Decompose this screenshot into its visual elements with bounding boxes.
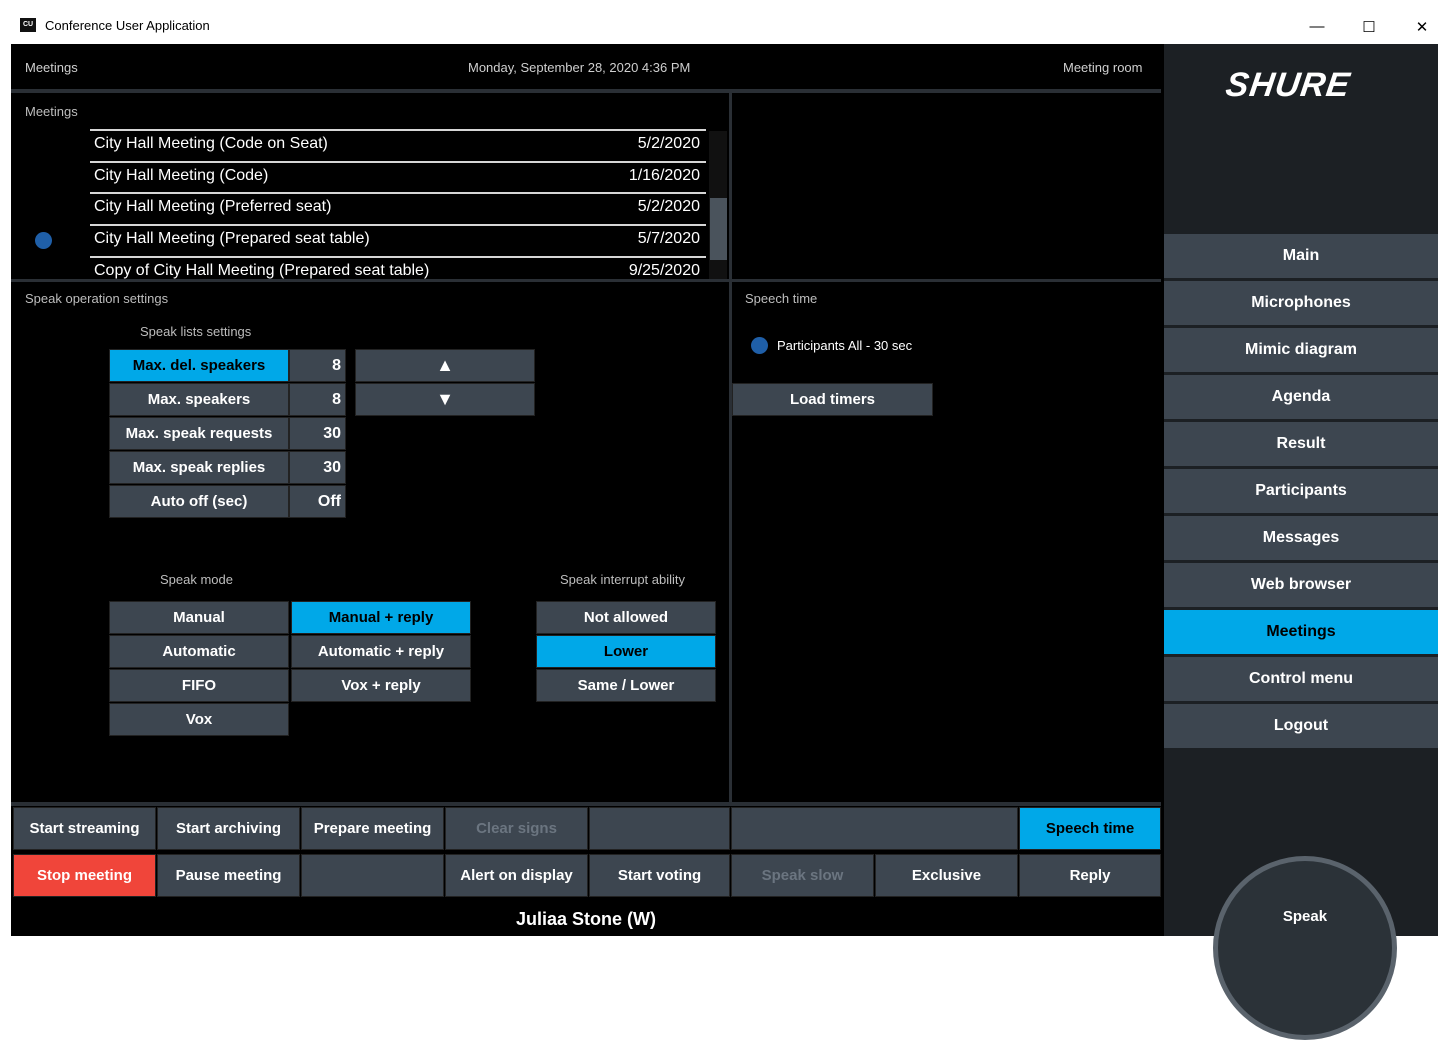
speak-button[interactable]: [1213, 856, 1397, 1040]
shure-logo: SHURE: [1223, 66, 1353, 104]
max-speakers-button[interactable]: Max. speakers: [109, 383, 289, 416]
meeting-name: City Hall Meeting (Code): [94, 167, 269, 184]
reply-button[interactable]: Reply: [1019, 854, 1161, 897]
app-icon: CU: [20, 18, 36, 32]
nav-result[interactable]: Result: [1164, 422, 1438, 466]
nav-control-menu[interactable]: Control menu: [1164, 657, 1438, 701]
down-arrow-icon: ▼: [436, 389, 454, 409]
speak-lists-title: Speak lists settings: [140, 324, 252, 339]
start-voting-button[interactable]: Start voting: [589, 854, 730, 897]
header-meeting-room: Meeting room: [1063, 60, 1143, 75]
meetings-section-title: Meetings: [25, 104, 78, 119]
nav-main[interactable]: Main: [1164, 234, 1438, 278]
stop-meeting-button[interactable]: Stop meeting: [13, 854, 156, 897]
max-speakers-value: 8: [289, 383, 346, 416]
empty-slot-button: [589, 807, 730, 850]
bottom-divider: [11, 802, 1161, 806]
max-speak-replies-button[interactable]: Max. speak replies: [109, 451, 289, 484]
minimize-button[interactable]: —: [1294, 9, 1340, 44]
interrupt-not-allowed-button[interactable]: Not allowed: [536, 601, 716, 634]
max-del-speakers-button[interactable]: Max. del. speakers: [109, 349, 289, 382]
mode-manual-reply-button[interactable]: Manual + reply: [291, 601, 471, 634]
nav-messages[interactable]: Messages: [1164, 516, 1438, 560]
nav-web-browser[interactable]: Web browser: [1164, 563, 1438, 607]
load-timers-button[interactable]: Load timers: [732, 383, 933, 416]
vertical-divider: [729, 282, 732, 804]
up-arrow-icon: ▲: [436, 355, 454, 375]
speak-interrupt-title: Speak interrupt ability: [560, 572, 686, 587]
speak-mode-title: Speak mode: [160, 572, 233, 587]
prepare-meeting-button[interactable]: Prepare meeting: [301, 807, 444, 850]
meeting-date: 9/25/2020: [628, 262, 700, 279]
speak-operation-title: Speak operation settings: [25, 291, 169, 306]
meeting-row[interactable]: City Hall Meeting (Code on Seat) 5/2/202…: [90, 129, 706, 157]
speech-timer-item[interactable]: Participants All - 30 sec: [777, 338, 912, 353]
header-divider: [11, 89, 1161, 93]
header-datetime: Monday, September 28, 2020 4:36 PM: [468, 60, 691, 75]
horizontal-divider: [11, 279, 1161, 282]
speech-time-title: Speech time: [745, 291, 818, 306]
title-bar: CU Conference User Application — ☐ ✕: [11, 9, 1438, 44]
nav-microphones[interactable]: Microphones: [1164, 281, 1438, 325]
increase-button[interactable]: ▲: [355, 349, 535, 382]
mode-automatic-button[interactable]: Automatic: [109, 635, 289, 668]
speech-time-button[interactable]: Speech time: [1019, 807, 1161, 850]
window-title: Conference User Application: [45, 18, 210, 33]
scrollbar-thumb[interactable]: [710, 198, 727, 260]
meeting-name: Copy of City Hall Meeting (Prepared seat…: [94, 262, 430, 279]
interrupt-lower-button[interactable]: Lower: [536, 635, 716, 668]
nav-mimic-diagram[interactable]: Mimic diagram: [1164, 328, 1438, 372]
nav-logout[interactable]: Logout: [1164, 704, 1438, 748]
exclusive-button[interactable]: Exclusive: [875, 854, 1018, 897]
start-archiving-button[interactable]: Start archiving: [157, 807, 300, 850]
meeting-row[interactable]: City Hall Meeting (Prepared seat table) …: [90, 224, 706, 252]
clear-signs-button[interactable]: Clear signs: [445, 807, 588, 850]
pause-meeting-button[interactable]: Pause meeting: [157, 854, 300, 897]
meeting-date: 5/2/2020: [637, 135, 700, 152]
interrupt-same-lower-button[interactable]: Same / Lower: [536, 669, 716, 702]
speak-slow-button[interactable]: Speak slow: [731, 854, 874, 897]
meeting-row[interactable]: City Hall Meeting (Code) 1/16/2020: [90, 161, 706, 189]
current-user-status: Juliaa Stone (W): [515, 908, 656, 929]
nav-participants[interactable]: Participants: [1164, 469, 1438, 513]
max-speak-requests-button[interactable]: Max. speak requests: [109, 417, 289, 450]
meeting-date: 1/16/2020: [628, 167, 700, 184]
meeting-date: 5/7/2020: [637, 230, 700, 247]
mode-vox-reply-button[interactable]: Vox + reply: [291, 669, 471, 702]
max-speak-replies-value: 30: [289, 451, 346, 484]
auto-off-button[interactable]: Auto off (sec): [109, 485, 289, 518]
alert-on-display-button[interactable]: Alert on display: [445, 854, 588, 897]
timer-indicator: [751, 337, 768, 354]
empty-slot-button: [301, 854, 444, 897]
close-button[interactable]: ✕: [1399, 9, 1438, 44]
auto-off-value: Off: [289, 485, 346, 518]
start-streaming-button[interactable]: Start streaming: [13, 807, 156, 850]
decrease-button[interactable]: ▼: [355, 383, 535, 416]
meeting-row[interactable]: Copy of City Hall Meeting (Prepared seat…: [90, 256, 706, 279]
nav-meetings[interactable]: Meetings: [1164, 610, 1438, 654]
selected-meeting-indicator: [35, 232, 52, 249]
nav-agenda[interactable]: Agenda: [1164, 375, 1438, 419]
meeting-row[interactable]: City Hall Meeting (Preferred seat) 5/2/2…: [90, 192, 706, 220]
mode-fifo-button[interactable]: FIFO: [109, 669, 289, 702]
meeting-date: 5/2/2020: [637, 198, 700, 215]
maximize-button[interactable]: ☐: [1346, 9, 1392, 44]
mode-vox-button[interactable]: Vox: [109, 703, 289, 736]
speak-button-label: Speak: [1282, 908, 1328, 925]
max-del-speakers-value: 8: [289, 349, 346, 382]
vertical-divider: [729, 93, 732, 281]
mode-manual-button[interactable]: Manual: [109, 601, 289, 634]
meeting-name: City Hall Meeting (Preferred seat): [94, 198, 332, 215]
meeting-name: City Hall Meeting (Code on Seat): [94, 135, 328, 152]
header-meetings-label: Meetings: [25, 60, 78, 75]
max-speak-requests-value: 30: [289, 417, 346, 450]
meeting-name: City Hall Meeting (Prepared seat table): [94, 230, 370, 247]
empty-slot-button: [731, 807, 1018, 850]
mode-automatic-reply-button[interactable]: Automatic + reply: [291, 635, 471, 668]
